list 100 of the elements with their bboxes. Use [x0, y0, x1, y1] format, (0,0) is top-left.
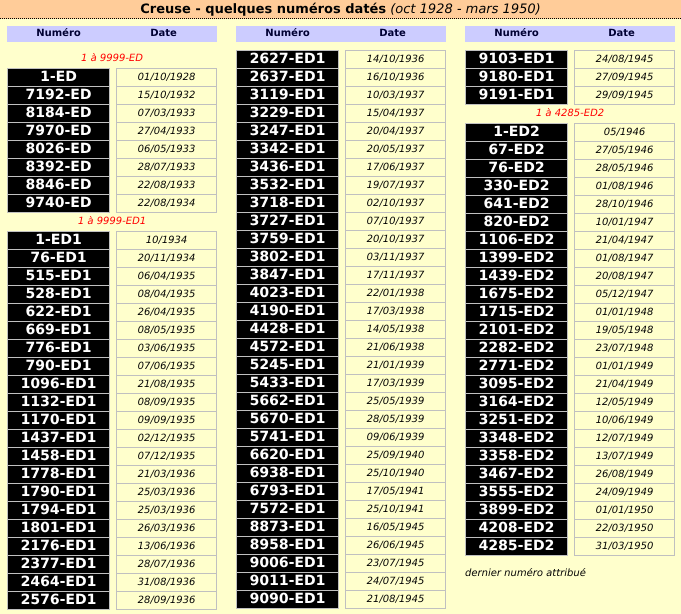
plate-number-cell: 1801-ED1	[7, 519, 110, 537]
plate-number-cell: 1439-ED2	[465, 267, 568, 285]
plate-number-cell: 6793-ED1	[236, 482, 339, 500]
date-cell: 09/09/1935	[116, 411, 217, 429]
plate-number-cell: 3358-ED2	[465, 447, 568, 465]
date-cell: 23/07/1945	[345, 554, 446, 572]
date-cell: 20/10/1937	[345, 230, 446, 248]
date-cell: 09/06/1939	[345, 428, 446, 446]
plate-number-cell: 3467-ED2	[465, 465, 568, 483]
date-cell: 17/03/1939	[345, 374, 446, 392]
date-cell: 28/09/1936	[116, 591, 217, 609]
plate-number-cell: 2282-ED2	[465, 339, 568, 357]
plate-number-cell: 1437-ED1	[7, 429, 110, 447]
date-cell: 06/04/1935	[116, 267, 217, 285]
plate-number-cell: 2101-ED2	[465, 321, 568, 339]
date-cell: 31/03/1950	[574, 537, 675, 555]
date-cell: 25/10/1940	[345, 464, 446, 482]
plate-number-cell: 3847-ED1	[236, 266, 339, 284]
plate-number-cell: 9740-ED	[7, 194, 110, 212]
plate-number-cell: 4190-ED1	[236, 302, 339, 320]
plate-number-cell: 1675-ED2	[465, 285, 568, 303]
plate-number-cell: 1790-ED1	[7, 483, 110, 501]
plate-number-cell: 4572-ED1	[236, 338, 339, 356]
date-cell: 05/12/1947	[574, 285, 675, 303]
plate-number-cell: 8958-ED1	[236, 536, 339, 554]
plate-number-cell: 622-ED1	[7, 303, 110, 321]
plate-number-cell: 7970-ED	[7, 122, 110, 140]
date-cell: 10/06/1949	[574, 411, 675, 429]
date-cell: 21/04/1947	[574, 231, 675, 249]
date-cell: 27/04/1933	[116, 122, 217, 140]
range-label: 1 à 4285-ED2	[536, 109, 604, 119]
date-cell: 20/11/1934	[116, 249, 217, 267]
date-cell: 10/03/1937	[345, 86, 446, 104]
date-cell: 03/11/1937	[345, 248, 446, 266]
column-header: Date	[607, 29, 636, 39]
plate-number-cell: 1778-ED1	[7, 465, 110, 483]
plate-number-cell: 1794-ED1	[7, 501, 110, 519]
date-cell: 01/08/1947	[574, 249, 675, 267]
date-cell: 06/05/1933	[116, 140, 217, 158]
date-cell: 25/05/1939	[345, 392, 446, 410]
plate-number-cell: 1715-ED2	[465, 303, 568, 321]
date-cell: 28/07/1933	[116, 158, 217, 176]
date-cell: 15/04/1937	[345, 104, 446, 122]
date-cell: 20/05/1937	[345, 140, 446, 158]
plate-number-cell: 2771-ED2	[465, 357, 568, 375]
plate-number-cell: 1170-ED1	[7, 411, 110, 429]
date-cell: 07/12/1935	[116, 447, 217, 465]
date-cell: 31/08/1936	[116, 573, 217, 591]
plate-number-cell: 8184-ED	[7, 104, 110, 122]
date-cell: 24/08/1945	[574, 50, 675, 68]
date-cell: 03/06/1935	[116, 339, 217, 357]
date-cell: 19/05/1948	[574, 321, 675, 339]
plate-number-cell: 3759-ED1	[236, 230, 339, 248]
date-cell: 24/07/1945	[345, 572, 446, 590]
range-label: 1 à 9999-ED	[81, 54, 143, 64]
range-label: 1 à 9999-ED1	[78, 217, 146, 227]
date-cell: 24/09/1949	[574, 483, 675, 501]
date-cell: 15/10/1932	[116, 86, 217, 104]
date-cell: 07/10/1937	[345, 212, 446, 230]
plate-number-cell: 4023-ED1	[236, 284, 339, 302]
date-cell: 21/03/1936	[116, 465, 217, 483]
date-cell: 19/07/1937	[345, 176, 446, 194]
page-title: Creuse - quelques numéros datés (oct 1928 - mars 1950)	[140, 2, 541, 16]
date-cell: 17/11/1937	[345, 266, 446, 284]
plate-number-cell: 669-ED1	[7, 321, 110, 339]
plate-number-cell: 76-ED2	[465, 159, 568, 177]
plate-number-cell: 2377-ED1	[7, 555, 110, 573]
footnote: dernier numéro attribué	[465, 568, 586, 579]
column-header: Numéro	[35, 29, 82, 39]
plate-number-cell: 4208-ED2	[465, 519, 568, 537]
date-cell: 02/10/1937	[345, 194, 446, 212]
date-cell: 25/09/1940	[345, 446, 446, 464]
date-cell: 26/08/1949	[574, 465, 675, 483]
date-cell: 01/01/1948	[574, 303, 675, 321]
date-cell: 28/07/1936	[116, 555, 217, 573]
plate-number-cell: 3436-ED1	[236, 158, 339, 176]
plate-number-cell: 4285-ED2	[465, 537, 568, 555]
plate-number-cell: 3899-ED2	[465, 501, 568, 519]
date-cell: 17/03/1938	[345, 302, 446, 320]
date-cell: 28/10/1946	[574, 195, 675, 213]
plate-number-cell: 776-ED1	[7, 339, 110, 357]
plate-number-cell: 7192-ED	[7, 86, 110, 104]
date-cell: 28/05/1939	[345, 410, 446, 428]
date-cell: 26/04/1935	[116, 303, 217, 321]
plate-number-cell: 7572-ED1	[236, 500, 339, 518]
plate-number-cell: 5662-ED1	[236, 392, 339, 410]
plate-number-cell: 4428-ED1	[236, 320, 339, 338]
date-cell: 17/05/1941	[345, 482, 446, 500]
plate-number-cell: 3095-ED2	[465, 375, 568, 393]
plate-number-cell: 3119-ED1	[236, 86, 339, 104]
plate-number-cell: 2464-ED1	[7, 573, 110, 591]
date-cell: 21/06/1938	[345, 338, 446, 356]
plate-number-cell: 5670-ED1	[236, 410, 339, 428]
plate-number-cell: 3555-ED2	[465, 483, 568, 501]
plate-number-cell: 1132-ED1	[7, 393, 110, 411]
plate-number-cell: 820-ED2	[465, 213, 568, 231]
date-cell: 01/10/1928	[116, 68, 217, 86]
plate-number-cell: 3802-ED1	[236, 248, 339, 266]
date-cell: 21/04/1949	[574, 375, 675, 393]
plate-number-cell: 528-ED1	[7, 285, 110, 303]
